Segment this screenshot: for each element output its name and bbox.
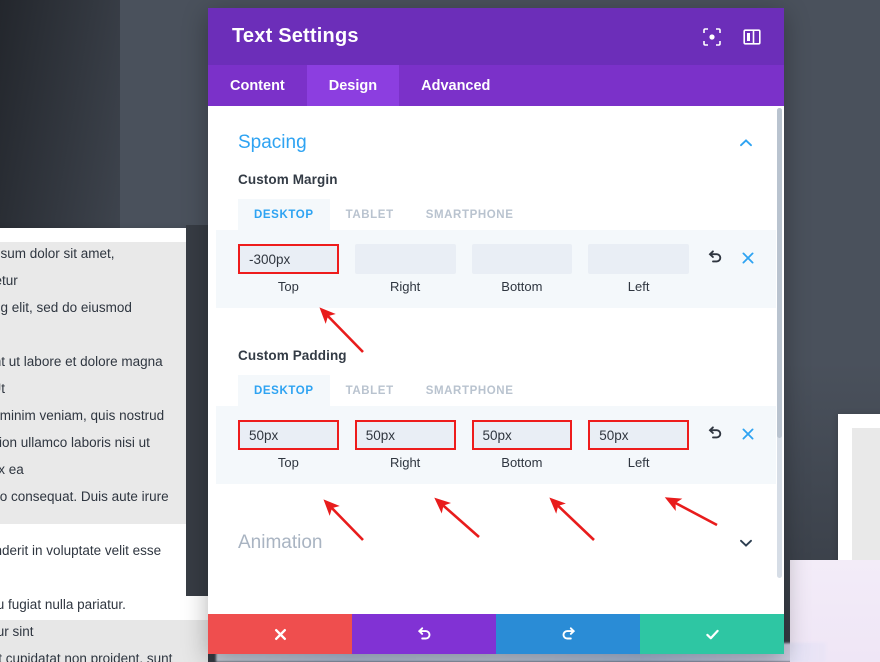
- margin-clear-icon[interactable]: [740, 250, 756, 266]
- padding-right-input[interactable]: [354, 420, 456, 450]
- modal-header-icons: [702, 27, 762, 47]
- modal-tab-bar: Content Design Advanced: [208, 65, 784, 106]
- close-icon: [274, 628, 286, 640]
- page-text-card-left: Lorem ipsum dolor sit amet, consectetur …: [0, 228, 192, 662]
- redo-button[interactable]: [496, 614, 640, 654]
- padding-left-caption: Left: [627, 455, 650, 470]
- tab-advanced[interactable]: Advanced: [399, 65, 512, 106]
- padding-right-field[interactable]: Right: [354, 420, 456, 470]
- modal-header: Text Settings: [208, 8, 784, 65]
- undo-icon: [417, 626, 430, 639]
- margin-left-field[interactable]: Left: [588, 244, 689, 294]
- margin-right-caption: Right: [389, 279, 421, 294]
- layout-columns-icon[interactable]: [742, 27, 762, 47]
- section-spacing-header[interactable]: Spacing: [208, 106, 784, 154]
- margin-left-caption: Left: [627, 279, 650, 294]
- chevron-up-icon[interactable]: [738, 135, 754, 151]
- padding-device-tab-desktop[interactable]: DESKTOP: [238, 375, 330, 406]
- padding-bottom-field[interactable]: Bottom: [471, 420, 573, 470]
- margin-device-tab-smartphone[interactable]: SMARTPHONE: [410, 199, 530, 230]
- margin-bottom-input[interactable]: [471, 244, 573, 274]
- modal-scrollbar[interactable]: [777, 108, 782, 578]
- margin-device-tab-desktop[interactable]: DESKTOP: [238, 199, 330, 230]
- margin-bottom-field[interactable]: Bottom: [471, 244, 573, 294]
- margin-device-tab-tablet[interactable]: TABLET: [330, 199, 410, 230]
- section-spacing-title: Spacing: [238, 132, 307, 153]
- focus-target-icon[interactable]: [702, 27, 722, 47]
- tab-content[interactable]: Content: [208, 65, 307, 106]
- modal-body: Spacing Custom Margin DESKTOP TABLET SMA…: [208, 106, 784, 614]
- padding-top-caption: Top: [277, 455, 299, 470]
- undo-button[interactable]: [352, 614, 496, 654]
- margin-top-caption: Top: [277, 279, 299, 294]
- page-body-text: Lorem ipsum dolor sit amet, consectetur …: [0, 246, 173, 662]
- spacer-after-margin: [208, 308, 784, 330]
- custom-margin-device-tabs: DESKTOP TABLET SMARTPHONE: [238, 199, 754, 230]
- custom-padding-actions: [707, 425, 756, 442]
- cancel-button[interactable]: [208, 614, 352, 654]
- custom-margin-row-wrap: Top Right Bottom Left: [208, 230, 784, 308]
- chevron-down-icon[interactable]: [738, 535, 754, 551]
- padding-device-tab-smartphone[interactable]: SMARTPHONE: [410, 375, 530, 406]
- save-button[interactable]: [640, 614, 784, 654]
- modal-title: Text Settings: [232, 25, 359, 47]
- custom-padding-row: Top Right Bottom Left: [216, 406, 776, 484]
- check-icon: [705, 629, 719, 639]
- spacer-before-animation: [208, 484, 784, 526]
- custom-padding-device-tabs: DESKTOP TABLET SMARTPHONE: [238, 375, 754, 406]
- margin-bottom-caption: Bottom: [501, 279, 543, 294]
- padding-reset-icon[interactable]: [707, 425, 724, 442]
- screenshot-stage: Lorem ipsum dolor sit amet, consectetur …: [0, 0, 880, 662]
- modal-scrollbar-thumb[interactable]: [777, 108, 782, 438]
- padding-clear-icon[interactable]: [740, 426, 756, 442]
- modal-scroll-area: Spacing Custom Margin DESKTOP TABLET SMA…: [208, 106, 784, 614]
- margin-left-input[interactable]: [588, 244, 689, 274]
- margin-top-input[interactable]: [238, 244, 339, 274]
- section-animation-title: Animation: [238, 532, 323, 553]
- text-settings-modal: Text Settings Content Design Advanced Sp…: [208, 8, 784, 654]
- page-text-card-body: Lorem ipsum dolor sit amet, consectetur …: [0, 240, 192, 662]
- margin-reset-icon[interactable]: [707, 249, 724, 266]
- tab-design[interactable]: Design: [306, 65, 400, 106]
- padding-device-tab-tablet[interactable]: TABLET: [330, 375, 410, 406]
- page-card-right-tint: [852, 428, 880, 580]
- padding-bottom-caption: Bottom: [501, 455, 543, 470]
- padding-right-caption: Right: [389, 455, 421, 470]
- custom-padding-label: Custom Padding: [238, 348, 347, 363]
- custom-margin-row: Top Right Bottom Left: [216, 230, 776, 308]
- padding-bottom-input[interactable]: [471, 420, 573, 450]
- custom-margin-actions: [707, 249, 756, 266]
- modal-footer: [208, 614, 784, 654]
- padding-left-input[interactable]: [588, 420, 689, 450]
- padding-top-field[interactable]: Top: [238, 420, 339, 470]
- padding-top-input[interactable]: [238, 420, 339, 450]
- redo-icon: [562, 626, 575, 639]
- margin-right-field[interactable]: Right: [354, 244, 456, 294]
- padding-left-field[interactable]: Left: [588, 420, 689, 470]
- custom-margin-label: Custom Margin: [238, 172, 338, 187]
- section-animation-header[interactable]: Animation: [208, 526, 784, 554]
- margin-top-field[interactable]: Top: [238, 244, 339, 294]
- margin-right-input[interactable]: [354, 244, 456, 274]
- custom-padding-row-wrap: Top Right Bottom Left: [208, 406, 784, 484]
